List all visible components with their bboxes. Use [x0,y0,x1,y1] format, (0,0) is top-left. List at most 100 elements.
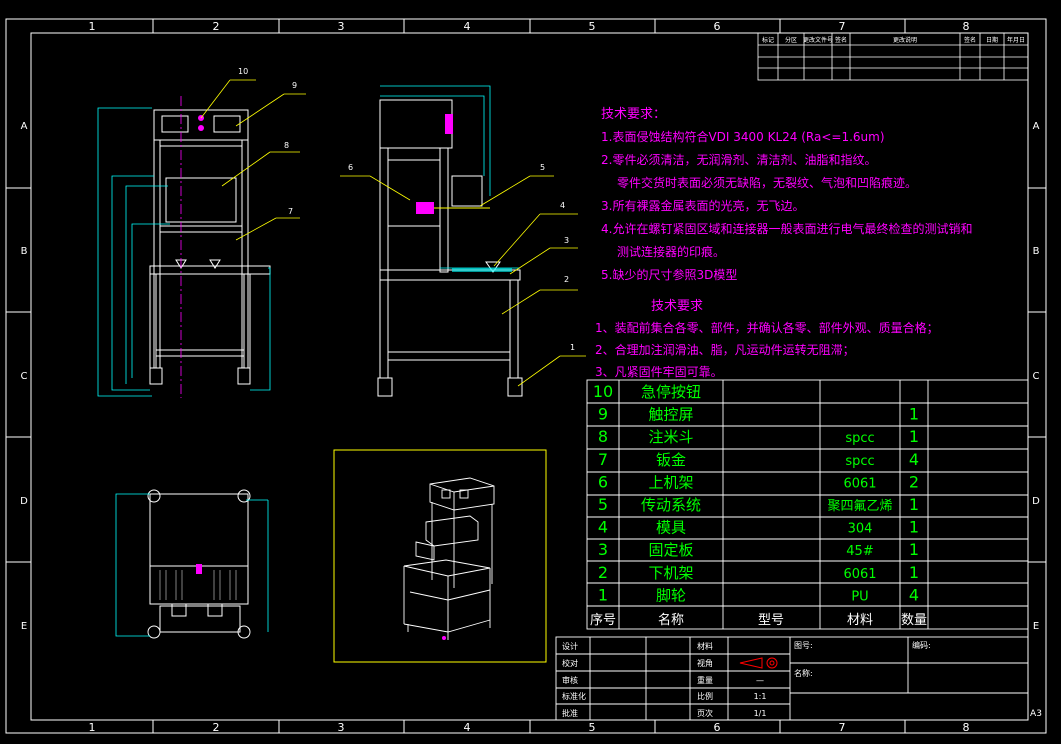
tech-req-item: 5.缺少的尺寸参照3D模型 [601,267,737,282]
bom-row-name: 触控屏 [648,406,693,424]
cad-drawing-sheet: 1 2 3 4 5 6 7 8 1 2 3 4 5 6 7 8 A B C D … [5,18,1047,734]
rev-header: 更改说明 [893,36,917,44]
bom-header-qty: 数量 [901,613,927,628]
row-labels: A B C D E A B C D E [20,121,1040,632]
row-label: B [1033,246,1040,257]
bom-row-material: PU [851,589,868,604]
col-label: 8 [963,721,970,734]
iso-view [403,477,495,640]
bom-row: 5 传动系统 聚四氟乙烯 1 [598,495,919,514]
top-view-hatch [159,570,237,600]
estop-marker [198,125,204,131]
row-label: A [21,121,28,132]
bom-row-material: 45# [846,544,873,559]
bom-row-material: 聚四氟乙烯 [827,499,892,514]
tb-page-value: 1/1 [754,709,767,718]
revision-headers: 标记 分区 更改文件号 签名 更改说明 签名 日期 年月日 [762,36,1025,44]
bom-row-name: 钣金 [656,451,686,469]
col-label: 4 [464,20,471,33]
rev-header: 签名 [835,36,847,44]
bom-row: 2 下机架 6061 1 [598,563,919,582]
balloon-labels: 10 9 8 7 6 5 4 3 2 1 [238,67,575,352]
front-view [149,109,271,385]
tech-req-item: 4.允许在螺钉紧固区域和连接器一般表面进行电气最终检查的测试销和 [601,221,972,236]
col-label: 2 [213,721,220,734]
tb-drawing-no-label: 图号: [794,641,813,650]
rev-header: 更改文件号 [803,36,833,44]
title-block-grid [555,636,1029,721]
drive-side [416,202,434,214]
bom-row-name: 上机架 [648,473,693,491]
bom-row-qty: 1 [909,563,919,582]
col-label: 7 [839,721,846,734]
balloon-label: 7 [288,207,293,216]
tech-req2-title: 技术要求 [651,299,703,314]
tech-req-item: 2.零件必须清洁，无润滑剂、清洁剂、油脂和指纹。 [601,152,876,167]
bom-row: 6 上机架 6061 2 [598,472,919,491]
side-view-guides [380,85,520,269]
tb-label: 批准 [562,708,578,718]
iso-caster [442,636,446,640]
bom-row-qty: 4 [909,585,919,604]
bom-row: 7 钣金 spcc 4 [598,450,919,469]
tb-label: 设计 [562,641,578,651]
sheet-size-label: A3 [1030,709,1042,719]
balloon-label: 6 [348,163,353,172]
bom-row-no: 8 [598,427,608,446]
col-label: 8 [963,20,970,33]
bom-row: 10 急停按钮 [593,382,701,401]
bom-row-qty: 2 [909,472,919,491]
row-label: A [1033,121,1040,132]
bom-row-no: 6 [598,472,608,491]
bom-header: 序号 名称 型号 材料 数量 [590,612,927,628]
col-label: 1 [89,20,96,33]
bom-row: 1 脚轮 PU 4 [598,585,919,604]
tb-label: 校对 [562,658,578,668]
tech-req-item: 1.表面侵蚀结构符合VDI 3400 KL24 (Ra<=1.6um) [601,129,885,144]
col-label: 5 [589,20,596,33]
balloon-label: 5 [540,163,545,172]
projection-symbol [739,657,778,669]
side-view [377,99,523,397]
bom-row-qty: 1 [909,518,919,537]
bom-row-no: 2 [598,563,608,582]
title-block-labels: 设计 校对 审核 标准化 批准 材料 视角 重量 比例 页次 — 1:1 1/1… [562,640,931,718]
balloon-label: 1 [570,343,575,352]
tb-label: 审核 [562,675,578,685]
tb-mid-label: 比例 [697,691,713,701]
col-label: 6 [714,20,721,33]
tb-code-label: 编码: [912,640,931,650]
balloon-label: 2 [564,275,569,284]
tech-req2-item: 3、凡紧固件牢固可靠。 [595,364,723,379]
bom-header-material: 材料 [847,613,873,628]
tech-requirements-2: 技术要求 1、装配前集合各零、部件，并确认各零、部件外观、质量合格； 2、合理加… [595,299,939,379]
bom-row-name: 模具 [656,519,686,537]
bom-row-material: 6061 [843,567,876,582]
tb-label: 标准化 [562,691,586,701]
bom-row-qty: 1 [909,540,919,559]
tb-mid-label: 页次 [697,708,713,718]
tb-mid-label: 重量 [697,675,713,685]
tech-req-item: 3.所有裸露金属表面的光亮，无飞边。 [601,198,804,213]
col-label: 1 [89,721,96,734]
estop-side [445,114,453,134]
bom-row-no: 9 [598,405,608,424]
bom-row-no: 5 [598,495,608,514]
bom-row-name: 注米斗 [648,428,693,446]
bom-row-material: spcc [845,431,874,446]
tb-scale-value: 1:1 [754,692,767,701]
tech-req-item: 测试连接器的印痕。 [617,244,725,259]
column-labels-top: 1 2 3 4 5 6 7 8 [89,20,970,33]
bom-row-no: 3 [598,540,608,559]
balloon-label: 3 [564,236,569,245]
bom-row-name: 急停按钮 [641,383,701,401]
tech-req-item: 零件交货时表面必须无缺陷，无裂纹、气泡和凹陷痕迹。 [617,175,917,190]
row-label: C [1033,371,1040,382]
bom-header-model: 型号 [758,613,784,628]
rev-header: 年月日 [1007,36,1025,44]
balloon-label: 10 [238,67,248,76]
col-label: 3 [338,20,345,33]
col-label: 4 [464,721,471,734]
tb-mid-label: 材料 [697,641,713,651]
balloon-label: 4 [560,201,565,210]
